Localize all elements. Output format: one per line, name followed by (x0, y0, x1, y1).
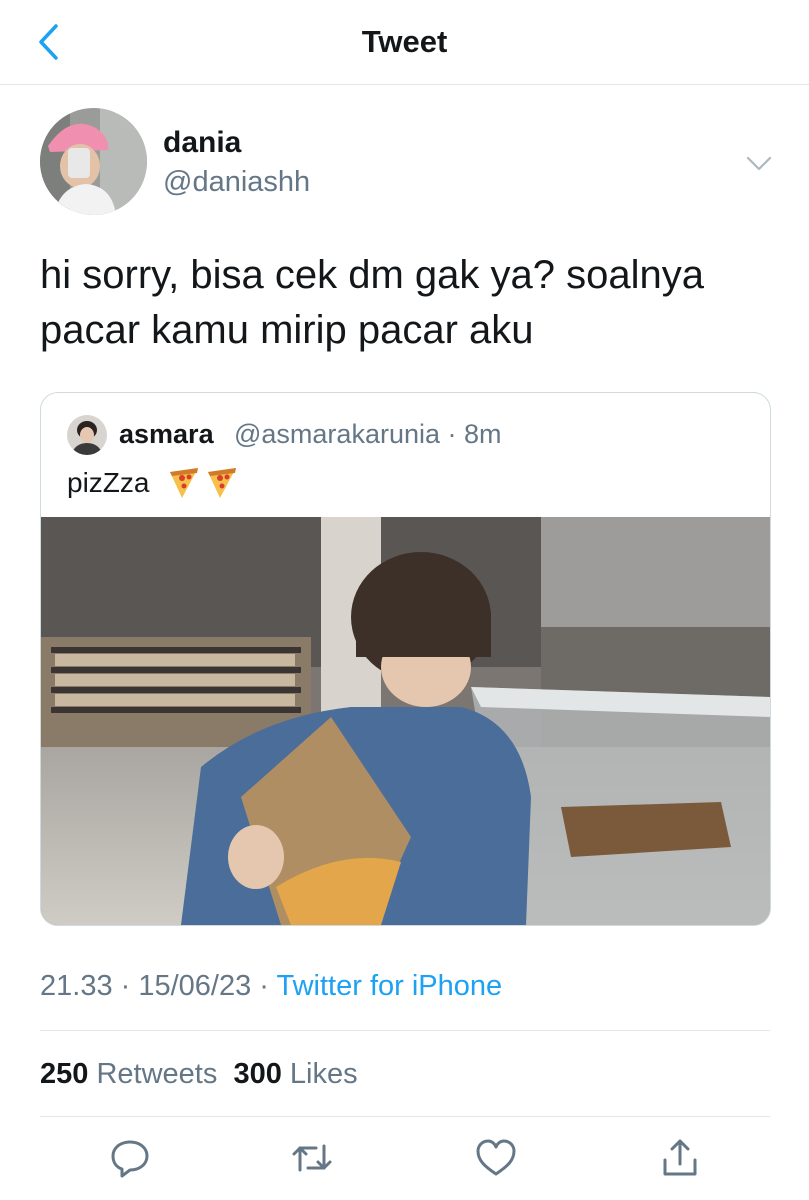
reply-button[interactable] (108, 1136, 152, 1180)
tweet-meta: 21.33 · 15/06/23 · Twitter for iPhone (40, 970, 502, 1003)
retweets-count: 250 (40, 1058, 89, 1090)
author-handle[interactable]: @daniashh (163, 166, 310, 199)
quoted-tweet-text: pizZza (67, 467, 150, 498)
quoted-tweet-image[interactable] (41, 517, 770, 925)
share-button[interactable] (658, 1136, 702, 1180)
quoted-tweet-card[interactable]: asmara @asmarakarunia · 8m pizZza (40, 392, 771, 926)
likes-label: Likes (289, 1058, 358, 1090)
retweets-label: Retweets (96, 1058, 218, 1090)
page-title: Tweet (361, 24, 448, 59)
divider (40, 1030, 770, 1031)
quoted-author-name[interactable]: asmara (119, 419, 214, 450)
divider (40, 1116, 770, 1117)
quoted-avatar[interactable] (67, 415, 107, 455)
quoted-author-handle[interactable]: @asmarakarunia · 8m (234, 419, 502, 450)
tweet-timestamp: 21.33 · 15/06/23 · (40, 970, 277, 1002)
retweet-icon (292, 1144, 332, 1172)
avatar[interactable] (40, 108, 147, 215)
author-name[interactable]: dania (163, 126, 241, 160)
share-icon (663, 1139, 697, 1176)
reply-icon (111, 1140, 149, 1178)
more-options-button[interactable] (742, 146, 776, 180)
tweet-source-link[interactable]: Twitter for iPhone (276, 970, 502, 1002)
pizza-icon (208, 468, 236, 498)
retweets-stat[interactable]: 250 Retweets (40, 1058, 217, 1090)
tweet-stats: 250 Retweets 300 Likes (40, 1058, 358, 1091)
pizza-emoji (168, 464, 240, 500)
likes-count: 300 (233, 1058, 282, 1090)
like-icon (476, 1139, 516, 1176)
tweet-text: hi sorry, bisa cek dm gak ya? soalnya pa… (40, 253, 705, 352)
like-button[interactable] (474, 1136, 518, 1180)
pizza-icon (170, 468, 198, 498)
retweet-button[interactable] (290, 1136, 334, 1180)
likes-stat[interactable]: 300 Likes (233, 1058, 357, 1090)
chevron-down-icon (746, 156, 772, 171)
